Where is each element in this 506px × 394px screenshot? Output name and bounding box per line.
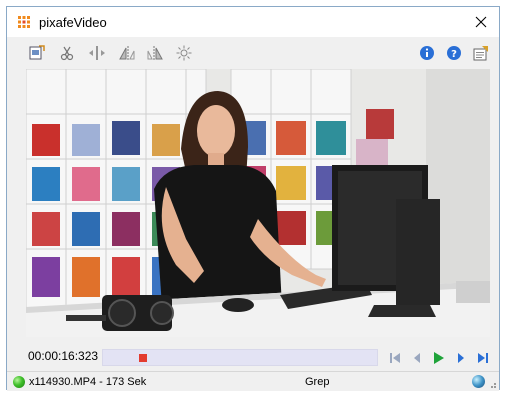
globe-icon[interactable] bbox=[472, 375, 485, 388]
seek-bar[interactable] bbox=[102, 349, 378, 366]
window-title: pixafeVideo bbox=[39, 15, 107, 30]
skip-to-end-button[interactable] bbox=[475, 350, 491, 366]
help-button[interactable]: ? bbox=[443, 42, 465, 64]
seek-thumb[interactable] bbox=[139, 354, 147, 362]
status-ok-icon bbox=[13, 376, 25, 388]
info-icon bbox=[420, 46, 434, 60]
svg-text:?: ? bbox=[451, 49, 457, 60]
video-frame bbox=[26, 69, 490, 337]
skip-to-start-icon bbox=[390, 353, 400, 363]
status-file-info: x114930.MP4 - 173 Sek bbox=[29, 376, 147, 388]
settings-button[interactable] bbox=[470, 42, 492, 64]
play-icon bbox=[434, 352, 444, 364]
time-display: 00:00:16:323 bbox=[28, 349, 99, 363]
play-button[interactable] bbox=[431, 350, 447, 366]
app-window: pixafeVideo ? 00:00:16:323 x114930.MP4 -… bbox=[6, 6, 500, 391]
app-grid-icon bbox=[18, 16, 30, 28]
effects-icon bbox=[176, 45, 192, 61]
cut-button[interactable] bbox=[56, 42, 78, 64]
help-icon: ? bbox=[447, 46, 461, 60]
settings-icon bbox=[473, 46, 488, 61]
step-back-button[interactable] bbox=[409, 350, 425, 366]
split-icon bbox=[89, 46, 105, 60]
title-bar[interactable]: pixafeVideo bbox=[7, 7, 499, 37]
status-bar: x114930.MP4 - 173 Sek Grep bbox=[7, 371, 499, 391]
mirror-right-button[interactable] bbox=[144, 42, 166, 64]
skip-to-start-button[interactable] bbox=[387, 350, 403, 366]
split-button[interactable] bbox=[86, 42, 108, 64]
open-file-button[interactable] bbox=[26, 42, 48, 64]
playback-controls: 00:00:16:323 bbox=[7, 341, 499, 371]
mirror-left-icon bbox=[119, 46, 135, 60]
mirror-right-icon bbox=[147, 46, 163, 60]
cut-icon bbox=[60, 46, 74, 61]
effects-button[interactable] bbox=[173, 42, 195, 64]
step-forward-button[interactable] bbox=[453, 350, 469, 366]
close-button[interactable] bbox=[463, 7, 499, 37]
step-forward-icon bbox=[458, 353, 464, 363]
step-back-icon bbox=[414, 353, 420, 363]
video-viewport[interactable] bbox=[26, 69, 490, 337]
info-button[interactable] bbox=[416, 42, 438, 64]
mirror-left-button[interactable] bbox=[116, 42, 138, 64]
toolbar: ? bbox=[7, 38, 499, 68]
skip-to-end-icon bbox=[478, 353, 488, 363]
resize-grip-icon[interactable] bbox=[488, 380, 497, 389]
close-icon bbox=[475, 16, 487, 28]
open-file-icon bbox=[29, 45, 45, 60]
status-mode: Grep bbox=[305, 376, 330, 388]
